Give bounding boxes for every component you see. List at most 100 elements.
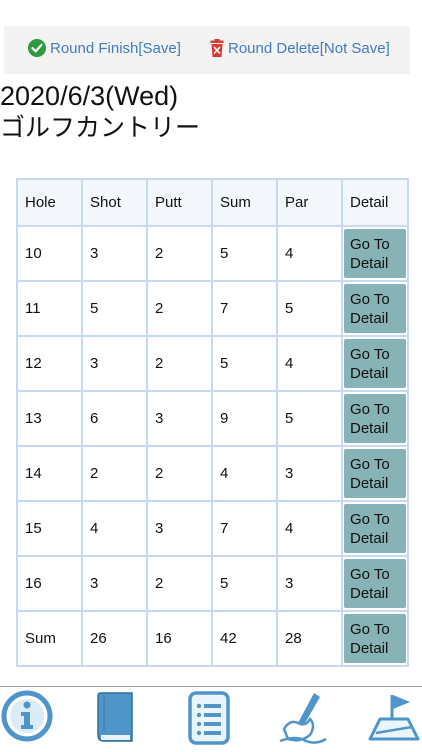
par-cell: 4 [278, 502, 341, 555]
header-putt: Putt [148, 180, 211, 225]
hole-cell: 15 [18, 502, 81, 555]
go-to-detail-button[interactable]: Go To Detail [344, 394, 406, 443]
go-to-detail-button[interactable]: Go To Detail [344, 504, 406, 553]
shot-cell: 2 [83, 447, 146, 500]
detail-label-line2: Detail [350, 585, 389, 602]
detail-label-line1: Go To [350, 346, 390, 363]
par-cell: 4 [278, 337, 341, 390]
table-row: 10 3 2 5 4 Go To Detail [18, 227, 407, 280]
shot-cell: 6 [83, 392, 146, 445]
shot-cell: 5 [83, 282, 146, 335]
sum-cell: 4 [213, 447, 276, 500]
header-detail: Detail [343, 180, 407, 225]
hole-cell: 13 [18, 392, 81, 445]
shot-cell: 3 [83, 227, 146, 280]
detail-label-line1: Go To [350, 621, 390, 638]
hole-cell: 14 [18, 447, 81, 500]
detail-label-line2: Detail [350, 530, 389, 547]
detail-cell: Go To Detail [343, 337, 407, 390]
table-row: 11 5 2 7 5 Go To Detail [18, 282, 407, 335]
hole-cell: 10 [18, 227, 81, 280]
putt-cell: 2 [148, 447, 211, 500]
par-cell: 5 [278, 282, 341, 335]
detail-label-line1: Go To [350, 291, 390, 308]
table-row: 16 3 2 5 3 Go To Detail [18, 557, 407, 610]
detail-cell: Go To Detail [343, 447, 407, 500]
putt-cell: 3 [148, 392, 211, 445]
writing-hand-icon [279, 693, 327, 744]
bottom-tab-bar [0, 686, 422, 751]
info-icon [1, 690, 53, 742]
par-cell: 4 [278, 227, 341, 280]
shot-cell: 4 [83, 502, 146, 555]
putt-cell: 2 [148, 227, 211, 280]
document-list-icon [188, 691, 230, 745]
round-finish-label: Round Finish[Save] [50, 39, 181, 57]
round-toolbar: Round Finish[Save] Round Delete[Not Save… [4, 26, 410, 74]
detail-label-line1: Go To [350, 566, 390, 583]
header-hole: Hole [18, 180, 81, 225]
hole-cell: 11 [18, 282, 81, 335]
tab-info[interactable] [0, 689, 54, 748]
book-icon [97, 692, 133, 742]
round-date: 2020/6/3(Wed) [0, 81, 179, 111]
putt-cell: 2 [148, 282, 211, 335]
go-to-detail-button[interactable]: Go To Detail [344, 229, 406, 278]
check-circle-icon [28, 39, 46, 57]
sum-cell: 5 [213, 557, 276, 610]
score-table: Hole Shot Putt Sum Par Detail 10 3 2 5 4… [16, 178, 409, 667]
table-row: 13 6 3 9 5 Go To Detail [18, 392, 407, 445]
shot-cell: 3 [83, 557, 146, 610]
table-row: 14 2 2 4 3 Go To Detail [18, 447, 407, 500]
round-delete-label: Round Delete[Not Save] [228, 39, 390, 57]
sum-cell: 7 [213, 502, 276, 555]
sum-cell: 7 [213, 282, 276, 335]
course-name: ゴルフカントリー [0, 114, 201, 142]
detail-label-line1: Go To [350, 456, 390, 473]
detail-cell: Go To Detail [343, 227, 407, 280]
par-cell: 3 [278, 557, 341, 610]
detail-label-line2: Detail [350, 255, 389, 272]
sum-cell: 9 [213, 392, 276, 445]
detail-cell: Go To Detail [343, 612, 407, 665]
putt-cell: 2 [148, 557, 211, 610]
table-header-row: Hole Shot Putt Sum Par Detail [18, 180, 407, 225]
sum-cell: 5 [213, 337, 276, 390]
header-shot: Shot [83, 180, 146, 225]
detail-label-line1: Go To [350, 511, 390, 528]
detail-cell: Go To Detail [343, 282, 407, 335]
total-sum-cell: 42 [213, 612, 276, 665]
go-to-detail-button[interactable]: Go To Detail [344, 339, 406, 388]
tab-scorecard[interactable] [184, 689, 234, 752]
hole-cell: 12 [18, 337, 81, 390]
detail-label-line2: Detail [350, 365, 389, 382]
detail-cell: Go To Detail [343, 392, 407, 445]
shot-cell: 3 [83, 337, 146, 390]
detail-label-line1: Go To [350, 401, 390, 418]
detail-label-line1: Go To [350, 236, 390, 253]
go-to-detail-button[interactable]: Go To Detail [344, 614, 406, 663]
go-to-detail-button[interactable]: Go To Detail [344, 559, 406, 608]
par-cell: 3 [278, 447, 341, 500]
go-to-detail-button[interactable]: Go To Detail [344, 449, 406, 498]
trash-icon [210, 39, 224, 57]
header-sum: Sum [213, 180, 276, 225]
total-putt-cell: 16 [148, 612, 211, 665]
putt-cell: 2 [148, 337, 211, 390]
total-shot-cell: 26 [83, 612, 146, 665]
course-flag-icon [368, 695, 420, 741]
tab-course[interactable] [366, 689, 422, 752]
round-finish-button[interactable]: Round Finish[Save] [28, 39, 181, 57]
par-cell: 5 [278, 392, 341, 445]
tab-book[interactable] [92, 689, 138, 752]
sum-cell: 5 [213, 227, 276, 280]
total-par-cell: 28 [278, 612, 341, 665]
putt-cell: 3 [148, 502, 211, 555]
detail-label-line2: Detail [350, 640, 389, 657]
round-delete-button[interactable]: Round Delete[Not Save] [210, 39, 390, 57]
tab-write[interactable] [276, 689, 330, 752]
detail-label-line2: Detail [350, 475, 389, 492]
table-row: 15 4 3 7 4 Go To Detail [18, 502, 407, 555]
go-to-detail-button[interactable]: Go To Detail [344, 284, 406, 333]
detail-cell: Go To Detail [343, 502, 407, 555]
